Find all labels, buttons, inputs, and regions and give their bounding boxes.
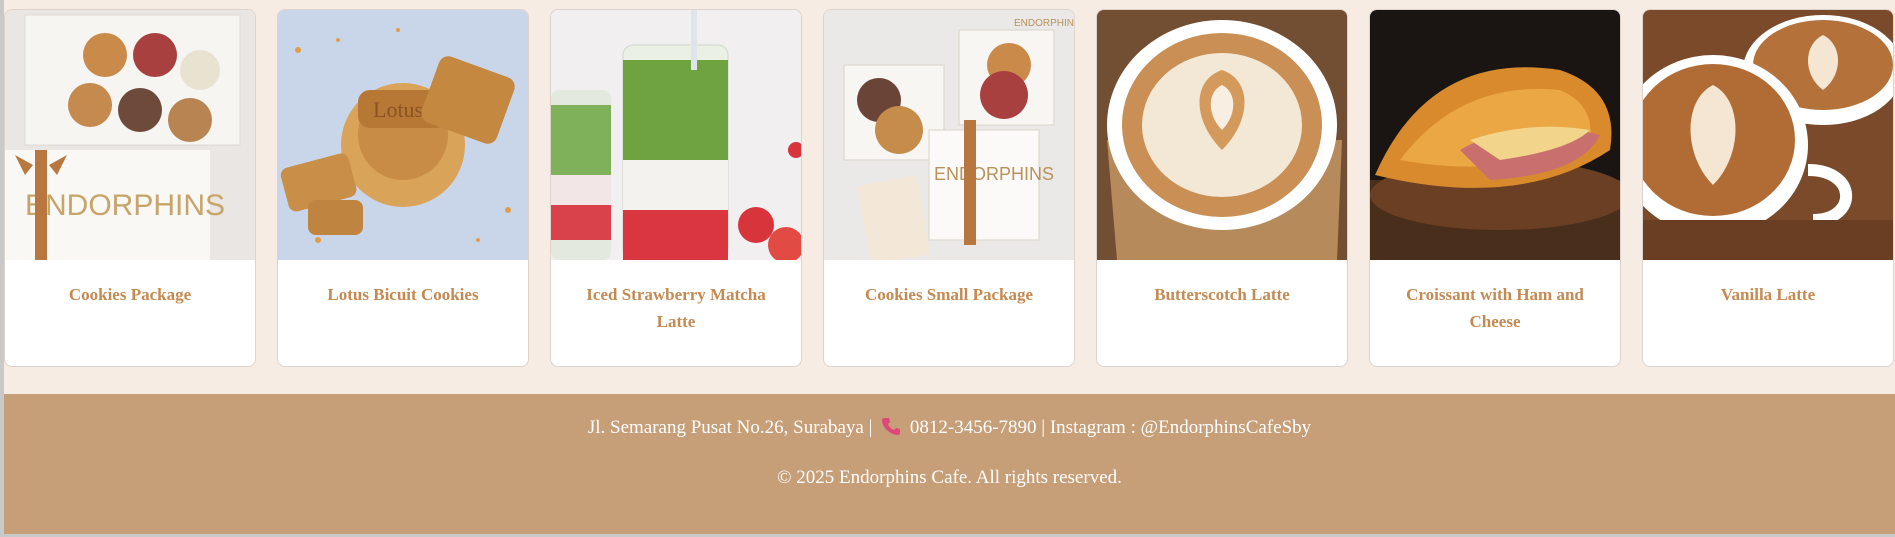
svg-text:ENDORPHINS: ENDORPHINS — [25, 189, 225, 222]
product-name: Lotus Bicuit Cookies — [327, 285, 479, 304]
address-text: Jl. Semarang Pusat No.26, Surabaya | — [587, 417, 873, 438]
contact-info: Jl. Semarang Pusat No.26, Surabaya | 081… — [4, 413, 1895, 446]
product-name: Iced Strawberry Matcha Latte — [586, 285, 766, 331]
product-image: ENDORPHINS — [5, 10, 255, 260]
product-card[interactable]: Butterscotch Latte — [1096, 9, 1348, 367]
copyright: © 2025 Endorphins Cafe. All rights reser… — [777, 467, 1122, 488]
phone-instagram-text: 0812-3456-7890 | Instagram : @Endorphins… — [909, 417, 1312, 438]
product-card[interactable]: ENDORPHINS ENDORPHINS Cookies Small Pack… — [823, 9, 1075, 367]
site-footer: Jl. Semarang Pusat No.26, Surabaya | 081… — [4, 394, 1895, 534]
product-image — [1370, 10, 1620, 260]
product-image — [551, 10, 801, 260]
product-name: Butterscotch Latte — [1154, 285, 1290, 304]
product-card[interactable]: ENDORPHINS Cookies Package — [4, 9, 256, 367]
product-name: Cookies Small Package — [864, 285, 1034, 304]
product-name: Vanilla Latte — [1720, 285, 1816, 304]
product-image — [1643, 10, 1893, 260]
svg-text:Lotus: Lotus — [373, 97, 423, 122]
product-image: Lotus — [278, 10, 528, 260]
product-name: Croissant with Ham and Cheese — [1406, 285, 1584, 331]
product-card[interactable]: Iced Strawberry Matcha Latte — [550, 9, 802, 367]
phone-icon — [881, 416, 901, 446]
svg-text:ENDORPHINS: ENDORPHINS — [1014, 18, 1074, 29]
product-card[interactable]: Lotus Lotus Bicuit Cookies — [277, 9, 529, 367]
product-name: Cookies Package — [68, 285, 192, 304]
product-image: ENDORPHINS ENDORPHINS — [824, 10, 1074, 260]
svg-text:ENDORPHINS: ENDORPHINS — [934, 164, 1054, 184]
product-image — [1097, 10, 1347, 260]
product-card[interactable]: Vanilla Latte — [1642, 9, 1894, 367]
product-grid: ENDORPHINS Cookies Package Lotus Lotus B… — [4, 9, 1895, 369]
product-card[interactable]: Croissant with Ham and Cheese — [1369, 9, 1621, 367]
